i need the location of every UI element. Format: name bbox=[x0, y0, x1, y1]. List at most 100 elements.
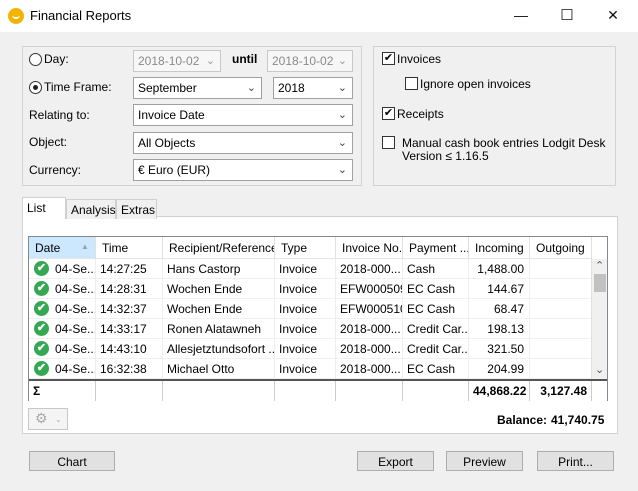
cell-date: ✔ 04-Se... bbox=[29, 299, 96, 319]
cell-type: Invoice bbox=[275, 279, 336, 299]
until-label: until bbox=[232, 52, 258, 66]
day-radio[interactable] bbox=[29, 53, 42, 66]
cell-incoming: 321.50 bbox=[469, 339, 530, 359]
check-icon: ✔ bbox=[383, 52, 394, 64]
transactions-table: Date ▲ Time Recipient/Reference Type Inv… bbox=[28, 236, 608, 401]
currency-value: € Euro (EUR) bbox=[138, 163, 211, 177]
manual-entries-label-line2: Version ≤ 1.16.5 bbox=[402, 149, 489, 163]
column-header-invoice-no[interactable]: Invoice No. bbox=[336, 237, 403, 259]
status-ok-icon: ✔ bbox=[34, 261, 49, 276]
timeframe-year-select[interactable]: 2018 ⌄ bbox=[273, 77, 353, 99]
cell-payment: EC Cash bbox=[403, 359, 469, 379]
cell-recipient: Wochen Ende bbox=[163, 299, 275, 319]
column-header-payment[interactable]: Payment ... bbox=[403, 237, 469, 259]
cell-type: Invoice bbox=[275, 339, 336, 359]
tab-analysis[interactable]: Analysis bbox=[66, 199, 116, 219]
settings-button[interactable]: ⚙ ⌄ bbox=[28, 408, 68, 430]
cell-date-text: 04-Se... bbox=[55, 282, 96, 296]
cell-recipient: Hans Castorp bbox=[163, 259, 275, 279]
timeframe-month-select[interactable]: September ⌄ bbox=[133, 77, 262, 99]
cell-outgoing bbox=[530, 339, 591, 359]
receipts-checkbox[interactable]: ✔ bbox=[382, 107, 395, 120]
table-row[interactable]: ✔ 04-Se... 14:33:17 Ronen Alatawneh Invoice 2… bbox=[29, 319, 591, 339]
preview-button[interactable]: Preview bbox=[446, 451, 523, 471]
currency-select[interactable]: € Euro (EUR) ⌄ bbox=[133, 159, 353, 181]
print-button[interactable]: Print... bbox=[537, 451, 614, 471]
timeframe-label: Time Frame: bbox=[44, 80, 112, 94]
chevron-down-icon: ⌄ bbox=[337, 109, 347, 121]
sum-row: Σ 44,868.22 3,127.48 bbox=[29, 379, 607, 401]
column-header-outgoing[interactable]: Outgoing bbox=[530, 237, 592, 259]
app-logo-icon bbox=[8, 8, 24, 24]
day-to-value: 2018-10-02 bbox=[272, 54, 334, 68]
sum-cell bbox=[163, 381, 275, 401]
day-to-date[interactable]: 2018-10-02 ⌄ bbox=[267, 50, 353, 72]
status-ok-icon: ✔ bbox=[34, 361, 49, 376]
cell-outgoing bbox=[530, 259, 591, 279]
column-header-date[interactable]: Date ▲ bbox=[29, 237, 96, 259]
tab-extras[interactable]: Extras bbox=[116, 199, 157, 219]
cell-date: ✔ 04-Se... bbox=[29, 319, 96, 339]
scroll-down-icon[interactable]: ⌄ bbox=[595, 363, 604, 376]
cell-incoming: 1,488.00 bbox=[469, 259, 530, 279]
cell-invoice-no: 2018-000... bbox=[336, 259, 403, 279]
minimize-button[interactable]: — bbox=[498, 0, 544, 30]
timeframe-radio[interactable] bbox=[29, 81, 42, 94]
cell-payment: EC Cash bbox=[403, 279, 469, 299]
cell-outgoing bbox=[530, 299, 591, 319]
chevron-down-icon: ⌄ bbox=[337, 164, 347, 176]
table-row[interactable]: ✔ 04-Se... 16:32:38 Michael Otto Invoice 2018… bbox=[29, 359, 591, 379]
manual-entries-label-line1: Manual cash book entries Lodgit Desk bbox=[402, 136, 606, 150]
day-label: Day: bbox=[44, 52, 69, 66]
scroll-up-icon[interactable]: ⌃ bbox=[595, 259, 604, 272]
column-header-incoming[interactable]: Incoming bbox=[469, 237, 530, 259]
timeframe-year-value: 2018 bbox=[278, 81, 305, 95]
cell-date: ✔ 04-Se... bbox=[29, 279, 96, 299]
column-header-recipient[interactable]: Recipient/Reference bbox=[163, 237, 275, 259]
currency-label: Currency: bbox=[29, 163, 82, 177]
invoices-checkbox[interactable]: ✔ bbox=[382, 52, 395, 65]
cell-payment: Credit Car... bbox=[403, 339, 469, 359]
chart-button[interactable]: Chart bbox=[29, 451, 115, 471]
close-button[interactable]: ✕ bbox=[590, 0, 636, 30]
table-row[interactable]: ✔ 04-Se... 14:32:37 Wochen Ende Invoice EFW00… bbox=[29, 299, 591, 319]
day-from-date[interactable]: 2018-10-02 ⌄ bbox=[133, 50, 221, 72]
sum-symbol: Σ bbox=[29, 381, 96, 401]
vertical-scrollbar[interactable]: ⌃ ⌄ bbox=[591, 259, 607, 379]
chevron-down-icon: ⌄ bbox=[55, 415, 62, 424]
cell-type: Invoice bbox=[275, 359, 336, 379]
cell-outgoing bbox=[530, 319, 591, 339]
table-row[interactable]: ✔ 04-Se... 14:28:31 Wochen Ende Invoice EFW00… bbox=[29, 279, 591, 299]
cell-recipient: Michael Otto bbox=[163, 359, 275, 379]
maximize-button[interactable]: ☐ bbox=[544, 0, 590, 30]
cell-invoice-no: 2018-000... bbox=[336, 339, 403, 359]
tab-list[interactable]: List bbox=[22, 197, 66, 219]
object-select[interactable]: All Objects ⌄ bbox=[133, 132, 353, 154]
cell-payment: Credit Car... bbox=[403, 319, 469, 339]
table-row[interactable]: ✔ 04-Se... 14:27:25 Hans Castorp Invoice 2018… bbox=[29, 259, 591, 279]
table-body: ✔ 04-Se... 14:27:25 Hans Castorp Invoice 2018… bbox=[29, 259, 591, 379]
cell-time: 14:32:37 bbox=[96, 299, 163, 319]
ignore-open-checkbox[interactable] bbox=[405, 77, 418, 90]
cell-incoming: 198.13 bbox=[469, 319, 530, 339]
chevron-down-icon: ⌄ bbox=[337, 82, 347, 94]
cell-type: Invoice bbox=[275, 299, 336, 319]
cell-date: ✔ 04-Se... bbox=[29, 259, 96, 279]
manual-entries-checkbox[interactable] bbox=[382, 136, 395, 149]
sum-cell bbox=[403, 381, 469, 401]
column-header-time[interactable]: Time bbox=[96, 237, 163, 259]
scrollbar-thumb[interactable] bbox=[594, 274, 606, 292]
column-header-type[interactable]: Type bbox=[275, 237, 336, 259]
chevron-down-icon: ⌄ bbox=[337, 137, 347, 149]
title-bar: Financial Reports — ☐ ✕ bbox=[0, 0, 638, 32]
cell-invoice-no: 2018-000... bbox=[336, 359, 403, 379]
invoices-label: Invoices bbox=[397, 52, 442, 66]
day-from-value: 2018-10-02 bbox=[138, 54, 200, 68]
cell-payment: EC Cash bbox=[403, 299, 469, 319]
relating-select[interactable]: Invoice Date ⌄ bbox=[133, 104, 353, 126]
cell-invoice-no: 2018-000... bbox=[336, 319, 403, 339]
table-row[interactable]: ✔ 04-Se... 14:43:10 Allesjetztundsofort ...… bbox=[29, 339, 591, 359]
cell-date-text: 04-Se... bbox=[55, 362, 96, 376]
export-button[interactable]: Export bbox=[357, 451, 434, 471]
cell-date-text: 04-Se... bbox=[55, 342, 96, 356]
